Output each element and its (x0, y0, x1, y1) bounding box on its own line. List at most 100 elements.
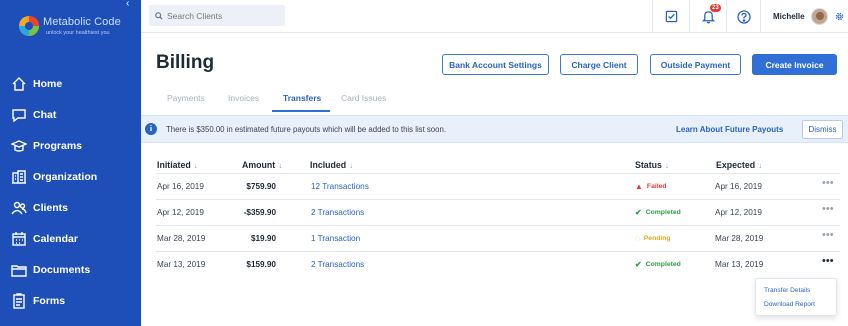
tab-transfers[interactable]: Transfers (283, 93, 321, 103)
included-transactions-link[interactable]: 2 Transactions (311, 260, 364, 269)
help-icon (736, 9, 751, 24)
column-header-label: Initiated (157, 160, 191, 170)
sort-arrow-icon: ↓ (664, 161, 669, 170)
included-transactions-link[interactable]: 12 Transactions (311, 182, 369, 191)
tab-card-issues[interactable]: Card Issues (341, 93, 386, 103)
included-transactions-link[interactable]: 2 Transactions (311, 208, 364, 217)
dismiss-button[interactable]: Dismiss (802, 120, 843, 139)
menu-item-transfer-details[interactable]: Transfer Details (764, 284, 828, 298)
status-label: Completed (645, 209, 681, 216)
help-button[interactable] (726, 0, 760, 33)
sidebar-item-home[interactable]: Home (0, 68, 141, 99)
home-icon (10, 75, 28, 93)
column-header-initiated[interactable]: Initiated ↓ (157, 160, 198, 170)
building-icon (10, 168, 28, 186)
active-tab-indicator (272, 110, 330, 112)
graduation-cap-icon (10, 137, 28, 155)
info-icon: i (145, 123, 157, 135)
sidebar-item-programs[interactable]: Programs (0, 130, 141, 161)
status-badge: ✔ Completed (635, 208, 681, 217)
sidebar-item-label: Clients (33, 201, 69, 214)
sort-arrow-icon: ↓ (278, 161, 283, 170)
charge-client-button[interactable]: Charge Client (560, 54, 638, 75)
checkmark-icon: ✔ (635, 260, 642, 269)
bank-account-settings-button[interactable]: Bank Account Settings (442, 54, 549, 75)
status-label: Completed (645, 261, 681, 268)
tasks-button[interactable] (652, 0, 689, 33)
more-options-icon[interactable]: ••• (822, 203, 834, 215)
outside-payment-button[interactable]: Outside Payment (650, 54, 741, 75)
status-label: Failed (646, 183, 667, 190)
sort-arrow-icon: ↓ (349, 161, 354, 170)
page-title: Billing (156, 52, 215, 73)
sidebar-item-documents[interactable]: Documents (0, 254, 141, 285)
more-options-icon[interactable]: ••• (822, 255, 834, 267)
warning-icon: ▲ (635, 182, 643, 191)
brand-logo[interactable]: Metabolic Code unlock your healthiest yo… (18, 13, 128, 43)
tab-invoices[interactable]: Invoices (228, 93, 259, 103)
column-header-status[interactable]: Status ↓ (635, 160, 669, 170)
more-options-icon[interactable]: ••• (822, 229, 834, 241)
column-header-label: Included (310, 160, 347, 170)
banner-message: There is $350.00 in estimated future pay… (166, 125, 446, 134)
tab-payments[interactable]: Payments (167, 93, 205, 103)
amount-value: $19.90 (250, 234, 276, 243)
initiated-date: Apr 12, 2019 (157, 208, 204, 217)
sidebar-item-forms[interactable]: Forms (0, 285, 141, 316)
sidebar: Metabolic Code unlock your healthiest yo… (0, 0, 141, 326)
expected-date: Apr 12, 2019 (715, 208, 762, 217)
notification-badge: 23 (710, 4, 721, 12)
sidebar-item-organization[interactable]: Organization (0, 161, 141, 192)
menu-item-download-report[interactable]: Download Report (764, 298, 828, 312)
column-header-label: Status (635, 160, 662, 170)
sidebar-item-chat[interactable]: Chat (0, 99, 141, 130)
initiated-date: Mar 13, 2019 (157, 260, 206, 269)
checkbox-icon (665, 10, 677, 23)
sidebar-item-calendar[interactable]: Calendar (0, 223, 141, 254)
brand-tagline: unlock your healthiest you (46, 30, 110, 36)
collapse-chevron-icon[interactable]: ‹ (126, 0, 129, 9)
column-header-label: Expected (716, 160, 756, 170)
expected-date: Apr 16, 2019 (715, 182, 762, 191)
brand-name: Metabolic Code (43, 16, 121, 28)
users-icon (10, 199, 28, 217)
user-menu[interactable]: Michelle (760, 0, 848, 33)
sidebar-item-label: Calendar (33, 232, 78, 245)
amount-value: $759.90 (246, 182, 276, 191)
gear-icon[interactable] (835, 12, 844, 21)
status-badge: ✔ Completed (635, 260, 681, 269)
more-options-icon[interactable]: ••• (822, 177, 834, 189)
tab-bar: Payments Invoices Transfers Card Issues (156, 86, 848, 113)
pending-spinner-icon: ◌ (635, 234, 640, 243)
search-box[interactable] (149, 5, 285, 26)
column-header-amount[interactable]: Amount ↓ (242, 160, 282, 170)
amount-value: -$359.90 (243, 208, 276, 217)
sidebar-item-clients[interactable]: Clients (0, 192, 141, 223)
table-row: Mar 13, 2019 $159.90 2 Transactions ✔ Com… (156, 252, 840, 278)
avatar (810, 8, 828, 25)
notifications-button[interactable]: 23 (689, 0, 726, 33)
search-input[interactable] (167, 10, 277, 21)
sidebar-item-label: Organization (33, 170, 98, 183)
checkmark-icon: ✔ (635, 208, 642, 217)
expected-date: Mar 13, 2019 (715, 260, 764, 269)
sidebar-item-label: Home (33, 77, 63, 90)
column-header-included[interactable]: Included ↓ (310, 160, 353, 170)
calendar-icon (10, 230, 28, 248)
table-row: Mar 28, 2019 $19.90 1 Transaction ◌ Pendi… (156, 226, 840, 252)
learn-future-payouts-link[interactable]: Learn About Future Payouts (676, 125, 783, 134)
sort-arrow-icon: ↓ (193, 161, 198, 170)
initiated-date: Mar 28, 2019 (157, 234, 206, 243)
status-badge: ▲ Failed (635, 182, 667, 191)
folder-icon (10, 261, 28, 279)
included-transactions-link[interactable]: 1 Transaction (311, 234, 360, 243)
create-invoice-button[interactable]: Create Invoice (752, 54, 837, 75)
sidebar-nav: Home Chat Programs Organization Clients (0, 68, 141, 316)
chat-icon (10, 106, 28, 124)
sidebar-item-label: Forms (33, 294, 66, 307)
row-actions-menu: Transfer Details Download Report (755, 278, 837, 316)
column-header-label: Amount (242, 160, 276, 170)
amount-value: $159.90 (246, 260, 276, 269)
column-header-expected[interactable]: Expected ↓ (716, 160, 762, 170)
sort-arrow-icon: ↓ (758, 161, 763, 170)
